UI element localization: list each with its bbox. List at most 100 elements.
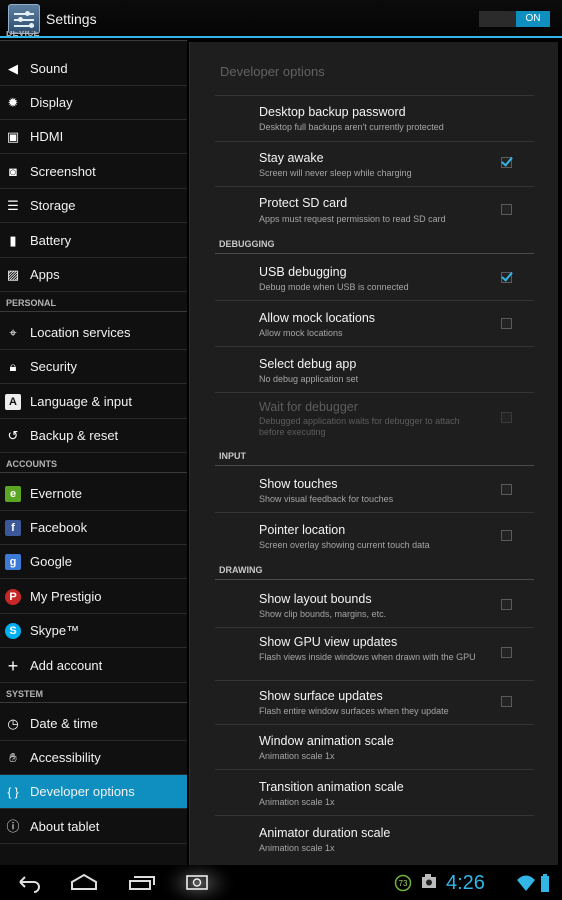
sidebar-item-security[interactable]: 🔒︎ Security [0, 350, 187, 384]
category-accounts: ACCOUNTS [0, 456, 187, 473]
pref-title: Window animation scale [259, 734, 394, 748]
pref-summary: Desktop full backups aren't currently pr… [259, 122, 444, 132]
location-icon: ⌖ [9, 325, 17, 340]
divider [215, 392, 534, 393]
sidebar-item-storage[interactable]: ☰ Storage [0, 189, 187, 223]
sidebar-item-evernote[interactable]: e Evernote [0, 477, 187, 511]
check-icon [501, 154, 513, 167]
sidebar-item-label: Apps [30, 267, 60, 282]
divider [215, 769, 534, 770]
skype-icon: S [5, 623, 21, 639]
sidebar-item-label: Display [30, 95, 73, 110]
divider [215, 627, 534, 628]
sidebar-item-battery[interactable]: ▮ Battery [0, 224, 187, 258]
sidebar-item-google[interactable]: g Google [0, 545, 187, 579]
notification-count: 73 [398, 879, 408, 888]
apps-icon: ▨ [6, 267, 20, 282]
sidebar-item-backup[interactable]: ↺ Backup & reset [0, 419, 187, 453]
pref-summary: Animation scale 1x [259, 751, 335, 761]
clock[interactable]: 4:26 [446, 872, 485, 895]
pref-summary: Debugged application waits for debugger … [259, 416, 460, 437]
wifi-icon [517, 875, 535, 891]
pref-title: Stay awake [259, 151, 324, 165]
sidebar-item-developer-options[interactable]: { } Developer options [0, 775, 187, 809]
sidebar-item-label: Evernote [30, 486, 83, 501]
sidebar-item-label: Sound [30, 61, 68, 76]
sidebar-item-add-account[interactable]: + Add account [0, 649, 187, 683]
sidebar-item-label: HDMI [30, 129, 64, 144]
usb-debugging-checkbox[interactable] [501, 269, 513, 283]
pref-summary: Flash entire window surfaces when they u… [259, 706, 449, 716]
sidebar-item-hdmi[interactable]: ▣ HDMI [0, 120, 187, 154]
section-divider [215, 253, 534, 254]
sidebar-item-facebook[interactable]: f Facebook [0, 511, 187, 545]
stay-awake-checkbox[interactable] [501, 154, 513, 168]
wait-debugger-checkbox [501, 412, 512, 423]
protect-sd-checkbox[interactable] [501, 204, 512, 215]
divider [215, 141, 534, 142]
sidebar-item-prestigio[interactable]: P My Prestigio [0, 580, 187, 614]
layout-bounds-checkbox[interactable] [501, 599, 512, 610]
pref-title: Allow mock locations [259, 311, 376, 325]
pointer-location-checkbox[interactable] [501, 530, 512, 541]
sidebar-item-date-time[interactable]: ◷ Date & time [0, 707, 187, 741]
pref-summary: No debug application set [259, 374, 359, 384]
clock-icon: ◷ [7, 716, 19, 731]
category-system: SYSTEM [0, 686, 187, 703]
sidebar-item-label: Location services [30, 325, 131, 340]
info-icon: ⓘ [6, 819, 20, 834]
sidebar-item-sound[interactable]: ◀ Sound [0, 52, 187, 86]
braces-icon: { } [7, 785, 19, 799]
sidebar-item-apps[interactable]: ▨ Apps [0, 258, 187, 292]
divider [215, 346, 534, 347]
sidebar-item-screenshot[interactable]: ◙ Screenshot [0, 155, 187, 189]
home-icon[interactable] [68, 865, 100, 900]
photo-notification-icon[interactable] [419, 865, 439, 900]
pref-summary: Animation scale 1x [259, 843, 335, 853]
recent-apps-icon[interactable] [126, 865, 158, 900]
mock-locations-checkbox[interactable] [501, 318, 512, 329]
system-bar: 73 4:26 [0, 865, 562, 900]
show-touches-checkbox[interactable] [501, 484, 512, 495]
sidebar-item-label: Google [30, 554, 72, 569]
sidebar-item-label: Screenshot [30, 164, 96, 179]
developer-options-panel: Developer options Desktop backup passwor… [189, 42, 558, 865]
evernote-icon: e [5, 486, 21, 502]
screenshot-button[interactable] [158, 865, 238, 900]
back-icon[interactable] [12, 865, 44, 900]
divider [215, 300, 534, 301]
google-icon: g [5, 554, 21, 570]
brightness-icon: ✹ [7, 95, 19, 110]
pref-summary: Debug mode when USB is connected [259, 282, 409, 292]
sidebar-item-about[interactable]: ⓘ About tablet [0, 810, 187, 844]
pref-title: Animator duration scale [259, 826, 391, 840]
page-title: Settings [46, 11, 97, 27]
sidebar-item-label: Facebook [30, 520, 88, 535]
divider [215, 680, 534, 681]
pref-summary: Apps must request permission to read SD … [259, 214, 446, 224]
gpu-updates-checkbox[interactable] [501, 647, 512, 658]
storage-icon: ☰ [7, 198, 19, 213]
battery-icon: ▮ [9, 233, 17, 248]
check-icon [501, 269, 513, 282]
hand-icon: ✋︎ [9, 750, 17, 765]
settings-app-icon[interactable] [8, 4, 40, 34]
battery-status-icon [541, 874, 549, 892]
divider [215, 512, 534, 513]
pref-summary: Screen overlay showing current touch dat… [259, 540, 430, 550]
sidebar-item-language[interactable]: A Language & input [0, 385, 187, 419]
category-personal: PERSONAL [0, 295, 187, 312]
pref-summary: Screen will never sleep while charging [259, 168, 412, 178]
pref-summary: Allow mock locations [259, 328, 343, 338]
divider [215, 186, 534, 187]
speaker-icon: ◀ [8, 61, 18, 76]
developer-options-toggle[interactable]: ON [479, 11, 550, 27]
sidebar-item-display[interactable]: ✹ Display [0, 86, 187, 120]
surface-updates-checkbox[interactable] [501, 696, 512, 707]
sidebar-item-skype[interactable]: S Skype™ [0, 614, 187, 648]
toggle-on-label: ON [516, 11, 550, 27]
sidebar-item-accessibility[interactable]: ✋︎ Accessibility [0, 741, 187, 775]
sidebar-item-location[interactable]: ⌖ Location services [0, 316, 187, 350]
sidebar-item-label: Language & input [30, 394, 132, 409]
section-drawing: DRAWING [219, 565, 263, 575]
